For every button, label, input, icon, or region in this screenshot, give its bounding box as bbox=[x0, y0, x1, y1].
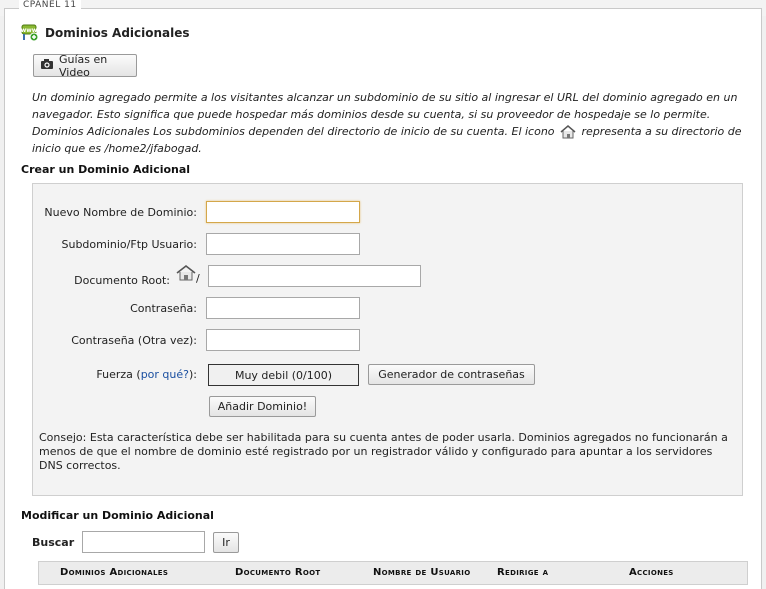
col-username[interactable]: Nombre de Usuario bbox=[373, 567, 470, 578]
tip-text: Consejo: Esta característica debe ser ha… bbox=[39, 431, 728, 472]
col-addon-domains[interactable]: Dominios Adicionales bbox=[60, 567, 168, 578]
new-domain-label: Nuevo Nombre de Dominio: bbox=[44, 206, 197, 219]
password-strength-meter: Muy debil (0/100) bbox=[208, 364, 359, 386]
subdomain-input[interactable] bbox=[206, 233, 360, 255]
search-go-label: Ir bbox=[222, 536, 230, 549]
video-guides-button[interactable]: Guías en Video bbox=[33, 52, 137, 79]
search-label: Buscar bbox=[32, 536, 75, 549]
col-document-root[interactable]: Documento Root bbox=[235, 567, 320, 578]
add-domain-label: Añadir Dominio! bbox=[217, 400, 308, 413]
strength-close: ): bbox=[189, 368, 197, 381]
col-actions: Acciones bbox=[629, 567, 674, 578]
subdomain-label: Subdominio/Ftp Usuario: bbox=[61, 238, 197, 251]
addon-domains-table-header: Dominios Adicionales Documento Root Nomb… bbox=[38, 561, 748, 585]
strength-label-group: Fuerza (por qué?): bbox=[96, 368, 197, 381]
video-guides-label: Guías en Video bbox=[59, 52, 108, 79]
create-heading: Crear un Dominio Adicional bbox=[21, 163, 191, 176]
new-domain-input[interactable] bbox=[206, 201, 360, 223]
home-icon bbox=[560, 124, 576, 140]
password-input[interactable] bbox=[206, 297, 360, 319]
password-confirm-input[interactable] bbox=[206, 329, 360, 351]
addon-domains-icon: www bbox=[21, 24, 39, 42]
strength-label: Fuerza bbox=[96, 368, 133, 381]
page-title: Dominios Adicionales bbox=[45, 26, 190, 40]
add-domain-button[interactable]: Añadir Dominio! bbox=[209, 396, 316, 417]
docroot-label: Documento Root: bbox=[74, 274, 170, 287]
strength-value: Muy debil (0/100) bbox=[234, 368, 333, 382]
search-go-button[interactable]: Ir bbox=[213, 532, 239, 553]
password-generator-label: Generador de contraseñas bbox=[378, 368, 525, 381]
home-icon bbox=[176, 264, 196, 285]
docroot-input[interactable] bbox=[208, 265, 421, 287]
col-redirects-to[interactable]: Redirige a bbox=[497, 567, 548, 578]
docroot-slash: / bbox=[196, 272, 200, 285]
password-generator-button[interactable]: Generador de contraseñas bbox=[368, 364, 535, 385]
why-link[interactable]: por qué? bbox=[141, 368, 189, 381]
page-header: www Dominios Adicionales bbox=[21, 24, 190, 42]
password-confirm-label: Contraseña (Otra vez): bbox=[71, 334, 197, 347]
modify-heading: Modificar un Dominio Adicional bbox=[21, 509, 214, 522]
create-form: Nuevo Nombre de Dominio: Subdominio/Ftp … bbox=[32, 183, 743, 496]
panel-legend: CPANEL 11 bbox=[19, 0, 81, 10]
search-input[interactable] bbox=[82, 531, 205, 553]
camera-icon bbox=[40, 58, 54, 73]
intro-text: Un dominio agregado permite a los visita… bbox=[32, 89, 744, 157]
password-label: Contraseña: bbox=[130, 302, 197, 315]
